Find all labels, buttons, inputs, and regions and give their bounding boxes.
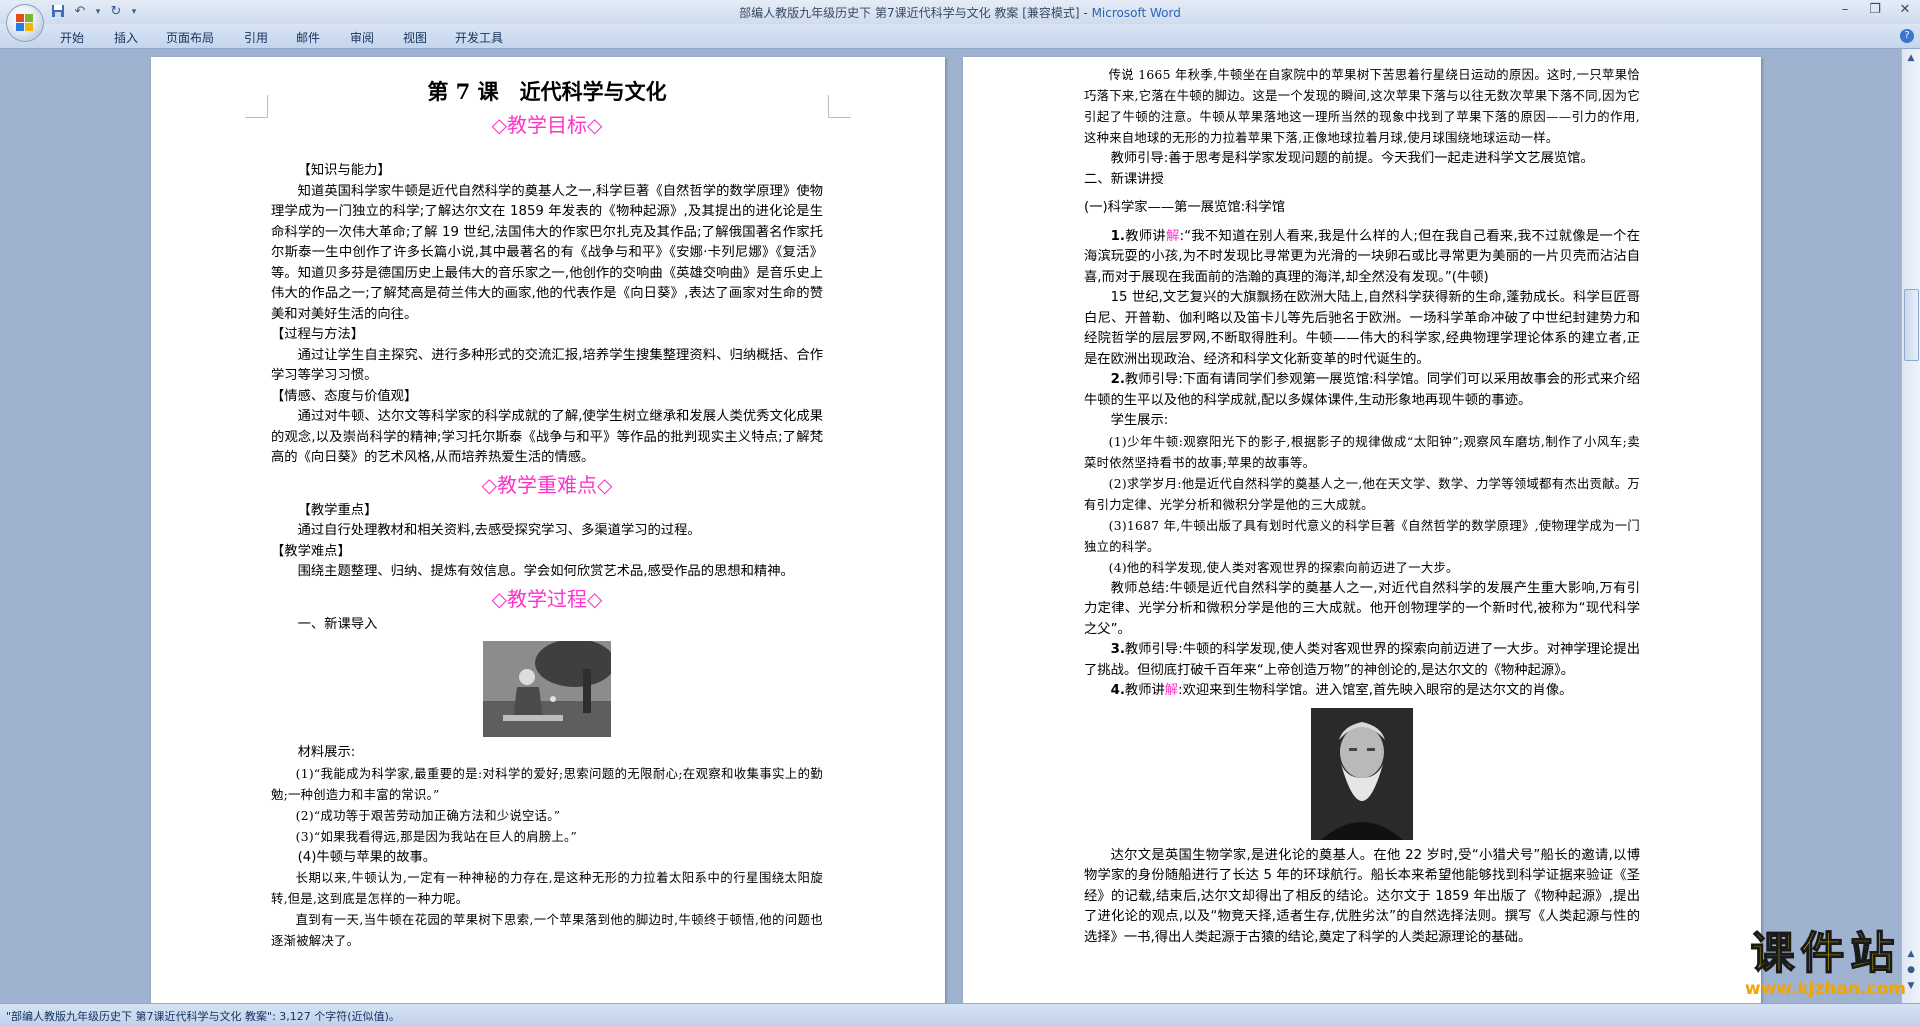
student-item-3: (3)1687 年,牛顿出版了具有划时代意义的科学巨著《自然哲学的数学原理》,使…: [1084, 518, 1640, 554]
quote-2: (2)“成功等于艰苦劳动加正确方法和少说空话。”: [295, 808, 561, 823]
item-number: 3.: [1110, 642, 1125, 657]
window-controls: – ❐ ✕: [1830, 0, 1920, 20]
title-separator: -: [1079, 6, 1092, 20]
label-knowledge: 【知识与能力】: [297, 163, 391, 178]
highlighted-word: 解: [1164, 683, 1179, 698]
tab-home[interactable]: 开始: [60, 29, 84, 46]
previous-page-icon[interactable]: ▲: [1904, 947, 1918, 961]
label-student-show: 学生展示:: [1110, 413, 1169, 428]
browse-object-icon[interactable]: ●: [1904, 963, 1918, 977]
heading-new-lesson: 二、新课讲授: [1084, 171, 1164, 187]
quote-4: (4)牛顿与苹果的故事。: [297, 849, 437, 865]
heading-teaching-goals: ◇教学目标◇: [491, 113, 603, 137]
text-difficulty: 围绕主题整理、归纳、提炼有效信息。学会如何欣赏艺术品,感受作品的思想和精神。: [297, 564, 794, 579]
status-bar: "部编人教版九年级历史下 第7课近代科学与文化 教案": 3,127 个字符(近…: [0, 1003, 1920, 1026]
heading-intro: 一、新课导入: [297, 616, 378, 632]
teacher-explain-1: 1.教师讲解:“我不知道在别人看来,我是什么样的人;但在我自己看来,我不过就像是…: [1084, 227, 1640, 289]
teacher-guide-2: 2.教师引导:下面有请同学们参观第一展览馆:科学馆。同学们可以采用故事会的形式来…: [1084, 370, 1640, 411]
left-page-body: 第 7 课 近代科学与文化 ◇教学目标◇ 【知识与能力】 知道英国科学家牛顿是近…: [271, 75, 823, 952]
heading-teaching-process: ◇教学过程◇: [491, 586, 603, 611]
page-left: 第 7 课 近代科学与文化 ◇教学目标◇ 【知识与能力】 知道英国科学家牛顿是近…: [151, 57, 945, 1003]
highlighted-word: 解: [1166, 228, 1180, 244]
document-name: 部编人教版九年级历史下 第7课近代科学与文化 教案 [兼容模式]: [739, 6, 1080, 20]
quote-3: (3)“如果我看得远,那是因为我站在巨人的肩膀上。”: [295, 829, 578, 844]
document-area: 第 7 课 近代科学与文化 ◇教学目标◇ 【知识与能力】 知道英国科学家牛顿是近…: [0, 49, 1902, 1003]
window-title: 部编人教版九年级历史下 第7课近代科学与文化 教案 [兼容模式] - Micro…: [0, 4, 1920, 21]
teacher-explain-4-text: :欢迎来到生物科学馆。进入馆室,首先映入眼帘的是达尔文的肖像。: [1178, 683, 1573, 698]
tab-view[interactable]: 视图: [403, 29, 427, 46]
tab-developer[interactable]: 开发工具: [455, 29, 503, 46]
label-emotion: 【情感、态度与价值观】: [271, 388, 418, 404]
teacher-explain-prefix: 教师讲: [1124, 228, 1167, 244]
restore-button[interactable]: ❐: [1860, 0, 1890, 20]
tab-page-layout[interactable]: 页面布局: [166, 29, 214, 46]
legend-paragraph: 传说 1665 年秋季,牛顿坐在自家院中的苹果树下苦思着行星绕日运动的原因。这时…: [1084, 68, 1640, 145]
teacher-explain-4: 4.教师讲解:欢迎来到生物科学馆。进入馆室,首先映入眼帘的是达尔文的肖像。: [1084, 681, 1640, 702]
student-item-4: (4)他的科学发现,使人类对客观世界的探索向前迈进了一大步。: [1108, 560, 1459, 575]
heading-key-points: ◇教学重难点◇: [481, 472, 613, 497]
quote-1: (1)“我能成为科学家,最重要的是:对科学的爱好;思索问题的无限耐心;在观察和收…: [271, 766, 823, 802]
newton-apple-tree-image: [483, 641, 611, 737]
office-button[interactable]: [6, 4, 44, 42]
status-text: "部编人教版九年级历史下 第7课近代科学与文化 教案": 3,127 个字符(近…: [6, 1010, 400, 1023]
tab-insert[interactable]: 插入: [114, 29, 138, 46]
teacher-explain-prefix: 教师讲: [1124, 683, 1165, 698]
teacher-guide-2-text: 教师引导:下面有请同学们参观第一展览馆:科学馆。同学们可以采用故事会的形式来介绍…: [1084, 372, 1640, 408]
watermark-url: www.kjzhan.com: [1744, 979, 1906, 999]
teacher-summary: 教师总结:牛顿是近代自然科学的奠基人之一,对近代自然科学的发展产生重大影响,万有…: [1084, 580, 1640, 637]
scroll-thumb[interactable]: [1904, 289, 1919, 361]
story-paragraph-1: 长期以来,牛顿认为,一定有一种神秘的力存在,是这种无形的力拉着太阳系中的行星围绕…: [271, 871, 823, 906]
story-paragraph-2: 直到有一天,当牛顿在花园的苹果树下思索,一个苹果落到他的脚边时,牛顿终于顿悟,他…: [271, 913, 823, 948]
tab-mailings[interactable]: 邮件: [296, 29, 320, 46]
text-process: 通过让学生自主探究、进行多种形式的交流汇报,培养学生搜集整理资料、归纳概括、合作…: [271, 347, 823, 384]
student-item-1: (1)少年牛顿:观察阳光下的影子,根据影子的规律做成“太阳钟”;观察风车磨坊,制…: [1084, 434, 1640, 470]
item-number: 4.: [1110, 683, 1125, 698]
heading-science-hall: (一)科学家——第一展览馆:科学馆: [1084, 200, 1286, 215]
item-number: 1.: [1110, 228, 1125, 244]
scroll-up-icon[interactable]: ▲: [1904, 51, 1918, 65]
label-process: 【过程与方法】: [271, 327, 365, 342]
label-key-point: 【教学重点】: [297, 502, 378, 518]
close-button[interactable]: ✕: [1890, 0, 1920, 20]
next-page-icon[interactable]: ▼: [1904, 979, 1918, 993]
tab-references[interactable]: 引用: [244, 29, 268, 46]
teacher-guide-1: 教师引导:善于思考是科学家发现问题的前提。今天我们一起走进科学文艺展览馆。: [1110, 151, 1594, 166]
right-page-body: 传说 1665 年秋季,牛顿坐在自家院中的苹果树下苦思着行星绕日运动的原因。这时…: [1084, 65, 1640, 948]
teacher-guide-3: 3.教师引导:牛顿的科学发现,使人类对客观世界的探索向前迈进了一大步。对神学理论…: [1084, 640, 1640, 681]
vertical-scrollbar[interactable]: ▲ ▲ ● ▼: [1901, 49, 1920, 1003]
teacher-guide-3-text: 教师引导:牛顿的科学发现,使人类对客观世界的探索向前迈进了一大步。对神学理论提出…: [1084, 642, 1640, 678]
site-watermark: 课件站 www.kjzhan.com: [1744, 928, 1906, 999]
office-logo-icon: [16, 14, 34, 32]
text-emotion: 通过对牛顿、达尔文等科学家的科学成就的了解,使学生树立继承和发展人类优秀文化成果…: [271, 409, 823, 465]
margin-corner: [828, 95, 851, 118]
label-materials: 材料展示:: [297, 745, 356, 760]
help-icon[interactable]: ?: [1900, 29, 1914, 43]
darwin-paragraph: 达尔文是英国生物学家,是进化论的奠基人。在他 22 岁时,受“小猎犬号”船长的邀…: [1084, 847, 1640, 945]
label-difficulty: 【教学难点】: [271, 543, 351, 559]
watermark-text: 课件站: [1750, 928, 1901, 980]
title-bar: ↶ ▾ ↻ ▾ 部编人教版九年级历史下 第7课近代科学与文化 教案 [兼容模式]…: [0, 0, 1920, 24]
app-name: Microsoft Word: [1091, 6, 1181, 20]
text-knowledge: 知道英国科学家牛顿是近代自然科学的奠基人之一,科学巨著《自然哲学的数学原理》使物…: [271, 183, 823, 322]
page-right: 传说 1665 年秋季,牛顿坐在自家院中的苹果树下苦思着行星绕日运动的原因。这时…: [963, 57, 1761, 1003]
renaissance-paragraph: 15 世纪,文艺复兴的大旗飘扬在欧洲大陆上,自然科学获得新的生命,蓬勃成长。科学…: [1084, 290, 1640, 367]
text-key-point: 通过自行处理教材和相关资料,去感受探究学习、多渠道学习的过程。: [297, 523, 701, 538]
student-item-2: (2)求学岁月:他是近代自然科学的奠基人之一,他在天文学、数学、力学等领域都有杰…: [1084, 476, 1640, 512]
lesson-title: 第 7 课 近代科学与文化: [427, 79, 667, 104]
item-number: 2.: [1110, 372, 1125, 387]
ribbon-tabs: 开始 插入 页面布局 引用 邮件 审阅 视图 开发工具 ?: [0, 24, 1920, 49]
minimize-button[interactable]: –: [1830, 0, 1860, 20]
tab-review[interactable]: 审阅: [350, 29, 374, 46]
margin-corner: [245, 95, 268, 118]
darwin-portrait-image: [1311, 707, 1413, 840]
